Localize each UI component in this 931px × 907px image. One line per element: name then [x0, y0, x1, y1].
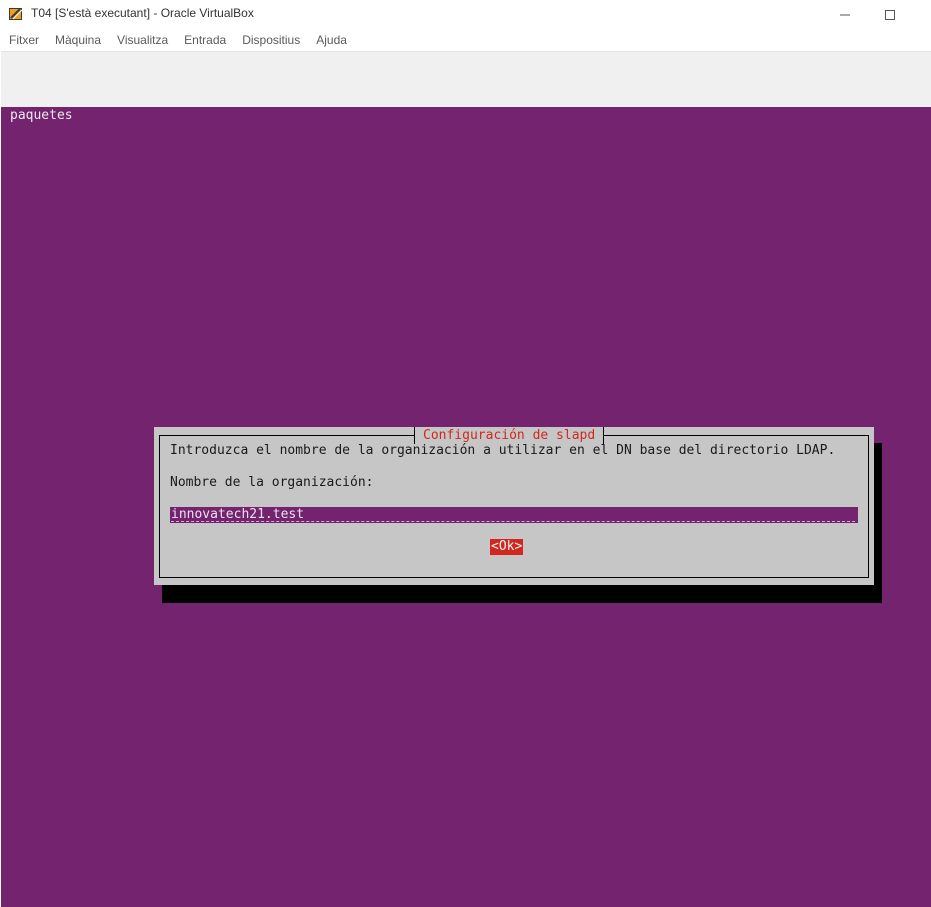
- window-title: T04 [S'està executant] - Oracle VirtualB…: [31, 6, 254, 20]
- minimize-icon: [840, 14, 850, 15]
- dialog-prompt: Introduzca el nombre de la organización …: [170, 443, 836, 458]
- menu-fitxer[interactable]: Fitxer: [0, 33, 47, 47]
- dialog-title: Configuración de slapd: [414, 427, 605, 444]
- menu-dispositius[interactable]: Dispositius: [234, 33, 308, 47]
- organization-name-input[interactable]: innovatech21.test: [170, 507, 858, 523]
- menu-bar: Fitxer Màquina Visualitza Entrada Dispos…: [0, 29, 931, 51]
- maximize-icon: [885, 9, 895, 20]
- toolbar-area: [1, 51, 931, 108]
- menu-maquina[interactable]: Màquina: [47, 33, 109, 47]
- backtitle: paquetes: [10, 108, 73, 123]
- slapd-config-dialog: Configuración de slapd Introduzca el nom…: [154, 427, 874, 585]
- ok-button[interactable]: <Ok>: [490, 539, 524, 555]
- maximize-button[interactable]: [867, 0, 913, 29]
- virtualbox-icon: [8, 6, 24, 22]
- organization-name-value: innovatech21.test: [171, 507, 305, 522]
- title-bar: T04 [S'està executant] - Oracle VirtualB…: [0, 0, 931, 29]
- organization-field-label: Nombre de la organización:: [170, 475, 374, 490]
- vm-display[interactable]: paquetes Configuración de slapd Introduz…: [1, 107, 931, 907]
- menu-ajuda[interactable]: Ajuda: [308, 33, 355, 47]
- virtualbox-window: T04 [S'està executant] - Oracle VirtualB…: [0, 0, 931, 907]
- menu-entrada[interactable]: Entrada: [176, 33, 234, 47]
- menu-visualitza[interactable]: Visualitza: [109, 33, 176, 47]
- minimize-button[interactable]: [822, 0, 868, 29]
